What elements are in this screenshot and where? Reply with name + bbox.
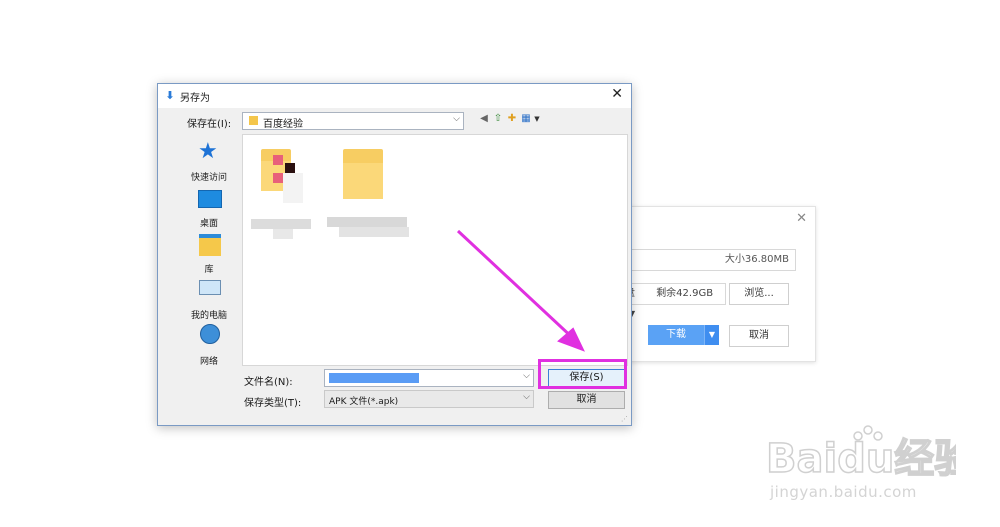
mosaic-block: [273, 173, 283, 183]
filetype-label: 保存类型(T):: [244, 398, 302, 409]
chevron-down-icon: ⌵: [453, 114, 460, 124]
folder-icon: [249, 116, 258, 125]
close-icon[interactable]: ✕: [611, 86, 623, 102]
download-button[interactable]: 下载: [648, 325, 704, 345]
filename-field[interactable]: ⌵: [324, 369, 534, 387]
place-desktop[interactable]: 桌面: [178, 186, 240, 230]
close-icon[interactable]: ✕: [796, 211, 807, 226]
place-network[interactable]: 网络: [178, 324, 240, 367]
up-folder-icon[interactable]: ⇧: [492, 113, 504, 125]
annotation-arrow: [456, 229, 585, 352]
save-in-dropdown[interactable]: 百度经验 ⌵: [242, 112, 464, 130]
blurred-filename: [273, 229, 293, 239]
folder-front: [343, 163, 383, 199]
place-label: 桌面: [199, 219, 218, 229]
new-folder-icon[interactable]: ✚: [506, 113, 518, 125]
save-in-value: 百度经验: [263, 119, 303, 130]
file-size-field: 大小36.80MB: [613, 249, 796, 271]
highlight-box: [538, 359, 627, 389]
cancel-button[interactable]: 取消: [548, 391, 625, 409]
resize-grip-icon[interactable]: ⋰: [621, 415, 629, 423]
computer-icon: [199, 280, 221, 295]
watermark-url: jingyan.baidu.com: [770, 483, 917, 501]
drive-select[interactable]: 盘 剩余42.9GB ▼: [621, 283, 726, 318]
place-label: 我的电脑: [190, 311, 227, 321]
back-icon[interactable]: ◀: [478, 113, 490, 125]
place-label: 网络: [199, 357, 218, 367]
title-bar: ⬇ 另存为 ✕: [158, 84, 631, 108]
filename-label: 文件名(N):: [244, 377, 293, 388]
place-computer[interactable]: 我的电脑: [178, 278, 240, 322]
desktop-icon: [198, 190, 222, 208]
baidu-watermark-logo: Baidu经验: [766, 425, 956, 483]
mosaic-block: [283, 173, 303, 203]
dialog-title: 另存为: [180, 93, 210, 104]
library-icon: [199, 234, 221, 256]
blurred-filename: [251, 219, 311, 229]
place-label: 快速访问: [190, 173, 227, 183]
place-label: 库: [204, 265, 214, 275]
filetype-value: APK 文件(*.apk): [329, 397, 399, 407]
download-options-arrow-icon[interactable]: ▼: [704, 325, 719, 345]
places-bar: ★ 快速访问 桌面 库 我的电脑 网络: [178, 134, 240, 368]
watermark-text: Baidu经验: [766, 436, 956, 482]
blurred-filename: [327, 217, 407, 227]
blurred-filename: [339, 227, 409, 237]
browse-button[interactable]: 浏览...: [729, 283, 789, 305]
star-icon: ★: [198, 139, 218, 164]
download-icon: ⬇: [165, 89, 175, 102]
place-quick-access[interactable]: ★ 快速访问: [178, 140, 240, 184]
filename-value[interactable]: [329, 373, 419, 383]
save-in-label: 保存在(I):: [187, 119, 232, 130]
arrow-shaft: [456, 229, 577, 342]
chevron-down-icon[interactable]: ⌵: [523, 371, 530, 381]
place-library[interactable]: 库: [178, 232, 240, 276]
cancel-download-button[interactable]: 取消: [729, 325, 789, 347]
arrow-head: [557, 327, 585, 352]
mosaic-block: [285, 163, 295, 173]
mosaic-block: [273, 155, 283, 165]
download-dialog: ✕ 大小36.80MB 盘 剩余42.9GB ▼ 浏览... 下载 ▼ 取消: [612, 206, 816, 362]
network-icon: [200, 324, 220, 344]
chevron-down-icon: ⌵: [523, 392, 530, 402]
navigation-toolbar: ◀ ⇧ ✚ ▦ ▼: [478, 113, 548, 127]
paw-toe: [863, 425, 873, 435]
chevron-down-icon[interactable]: ▼: [531, 113, 543, 125]
filetype-dropdown[interactable]: APK 文件(*.apk) ⌵: [324, 390, 534, 408]
drive-free-space: 剩余42.9GB: [656, 288, 714, 299]
